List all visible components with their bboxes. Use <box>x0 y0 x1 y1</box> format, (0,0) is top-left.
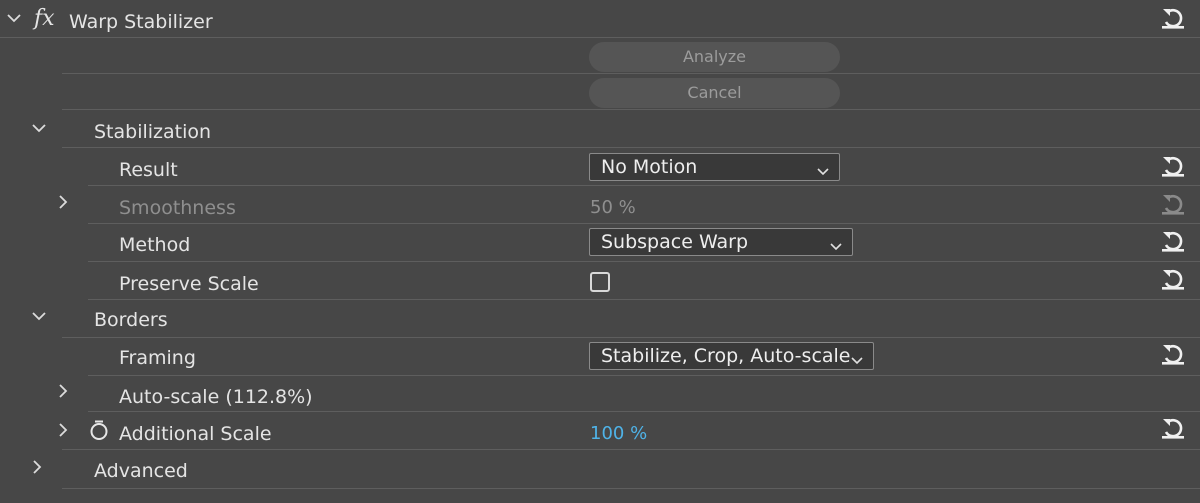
chevron-right-icon[interactable] <box>55 194 75 214</box>
additional-scale-value[interactable]: 100 % <box>590 422 647 446</box>
chevron-right-icon[interactable] <box>55 383 75 403</box>
chevron-down-icon[interactable] <box>6 10 26 30</box>
advanced-group-row: Advanced <box>0 450 1200 490</box>
additional-scale-label: Additional Scale <box>119 423 272 445</box>
result-label: Result <box>119 159 178 181</box>
chevron-down-icon[interactable] <box>31 120 51 140</box>
method-dropdown[interactable]: Subspace Warp <box>589 228 853 256</box>
cancel-row: Cancel <box>0 74 1200 110</box>
framing-label: Framing <box>119 347 196 369</box>
preserve-scale-checkbox[interactable] <box>590 272 610 292</box>
framing-dropdown-value: Stabilize, Crop, Auto-scale <box>601 345 851 367</box>
reset-icon[interactable] <box>1159 265 1191 293</box>
reset-icon[interactable] <box>1159 414 1191 442</box>
effect-controls-panel: fx Warp Stabilizer Analyze Cancel Stabil… <box>0 0 1200 503</box>
reset-icon[interactable] <box>1159 4 1191 32</box>
auto-scale-row: Auto-scale (112.8%) <box>0 376 1200 412</box>
fx-icon[interactable]: fx <box>34 7 55 31</box>
chevron-right-icon[interactable] <box>55 422 75 442</box>
stabilization-label: Stabilization <box>94 121 212 143</box>
chevron-down-icon <box>830 237 842 251</box>
stopwatch-icon[interactable] <box>88 419 110 441</box>
result-dropdown[interactable]: No Motion <box>589 153 840 181</box>
reset-icon[interactable] <box>1159 227 1191 255</box>
auto-scale-label: Auto-scale (112.8%) <box>119 386 313 408</box>
reset-icon[interactable] <box>1159 340 1191 368</box>
chevron-down-icon <box>851 351 863 365</box>
smoothness-label: Smoothness <box>119 197 236 219</box>
analyze-row: Analyze <box>0 38 1200 74</box>
result-row: Result No Motion <box>0 148 1200 186</box>
cancel-button[interactable]: Cancel <box>589 78 840 108</box>
advanced-label: Advanced <box>94 460 188 482</box>
borders-group-row: Borders <box>0 300 1200 338</box>
effect-title: Warp Stabilizer <box>69 11 213 33</box>
stabilization-group-row: Stabilization <box>0 110 1200 148</box>
method-dropdown-value: Subspace Warp <box>601 231 749 253</box>
reset-icon <box>1159 190 1191 218</box>
chevron-right-icon[interactable] <box>29 459 49 479</box>
effect-header-row: fx Warp Stabilizer <box>0 0 1200 38</box>
analyze-button[interactable]: Analyze <box>589 42 840 72</box>
smoothness-value[interactable]: 50 % <box>590 196 636 220</box>
framing-row: Framing Stabilize, Crop, Auto-scale <box>0 338 1200 376</box>
reset-icon[interactable] <box>1159 152 1191 180</box>
additional-scale-row: Additional Scale 100 % <box>0 412 1200 450</box>
method-row: Method Subspace Warp <box>0 224 1200 262</box>
result-dropdown-value: No Motion <box>601 156 698 178</box>
chevron-down-icon <box>817 162 829 176</box>
framing-dropdown[interactable]: Stabilize, Crop, Auto-scale <box>589 342 874 370</box>
preserve-scale-row: Preserve Scale <box>0 262 1200 300</box>
method-label: Method <box>119 234 191 256</box>
smoothness-row: Smoothness 50 % <box>0 186 1200 224</box>
row-divider <box>62 488 1200 489</box>
preserve-scale-label: Preserve Scale <box>119 273 259 295</box>
chevron-down-icon[interactable] <box>31 308 51 328</box>
borders-label: Borders <box>94 309 168 331</box>
